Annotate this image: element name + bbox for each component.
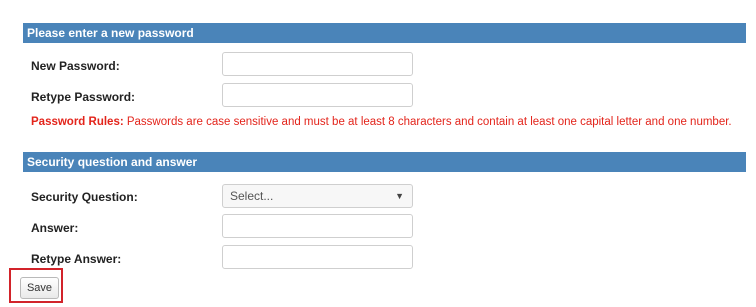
security-section-header: Security question and answer — [23, 152, 746, 172]
retype-answer-label: Retype Answer: — [31, 252, 122, 266]
password-rules-text: Passwords are case sensitive and must be… — [123, 116, 732, 128]
password-section-header: Please enter a new password — [23, 23, 746, 43]
new-password-input[interactable] — [222, 52, 413, 76]
retype-answer-input[interactable] — [222, 245, 413, 269]
answer-input[interactable] — [222, 214, 413, 238]
save-button[interactable]: Save — [20, 277, 59, 299]
chevron-down-icon: ▼ — [395, 191, 404, 201]
security-question-label: Security Question: — [31, 190, 138, 204]
password-rules: Password Rules: Passwords are case sensi… — [31, 114, 732, 130]
password-rules-title: Password Rules: — [31, 116, 124, 128]
answer-label: Answer: — [31, 221, 79, 235]
new-password-label: New Password: — [31, 59, 120, 73]
retype-password-input[interactable] — [222, 83, 413, 107]
security-question-selected: Select... — [230, 189, 274, 203]
security-question-select[interactable]: Select... ▼ — [222, 184, 413, 208]
retype-password-label: Retype Password: — [31, 90, 136, 104]
